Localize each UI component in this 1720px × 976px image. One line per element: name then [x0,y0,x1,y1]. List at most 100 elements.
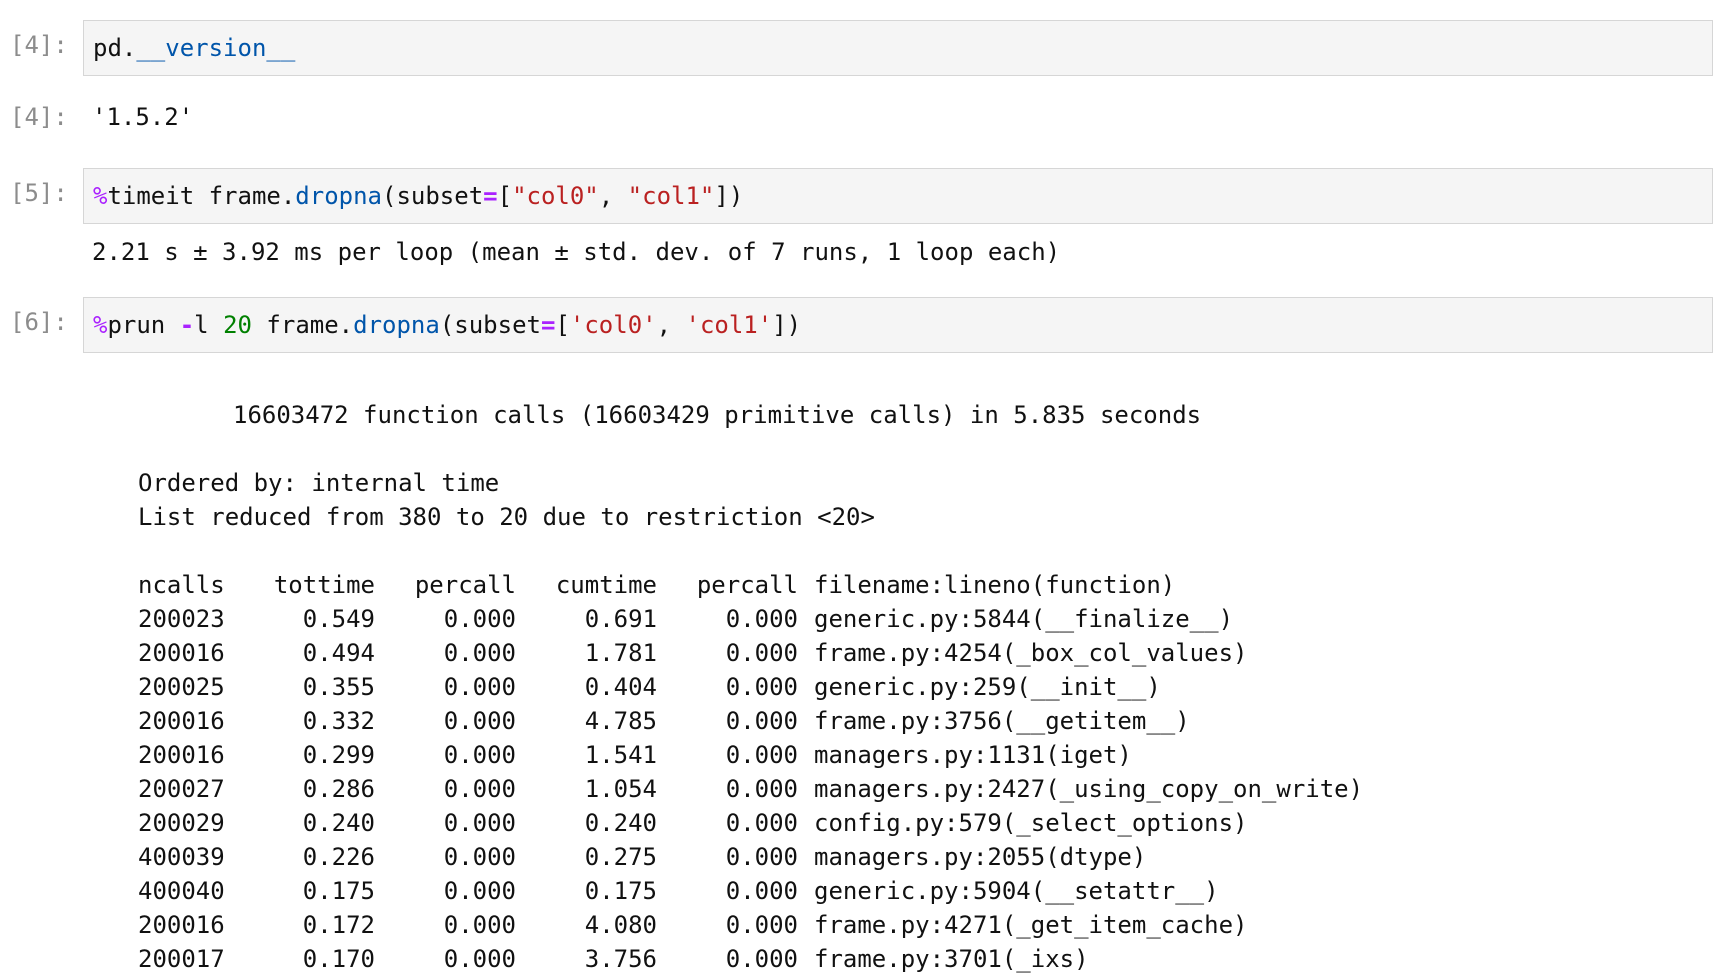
profile-cell: 200023 [138,605,225,633]
profile-cell: 1.781 [584,639,657,667]
code-open: (subset [382,182,484,210]
profile-table-row: 400040 0.175 0.000 0.175 0.000 generic.py:590… [138,874,1219,908]
profile-cell: tottime [273,571,375,599]
profile-table-row: 200025 0.355 0.000 0.404 0.000 generic.py:259… [138,670,1161,704]
profile-table-row: 200017 0.170 0.000 3.756 0.000 frame.py:3701(… [138,942,1089,976]
profile-table-row: 200023 0.549 0.000 0.691 0.000 generic.py:584… [138,602,1233,636]
profile-cell: cumtime [555,571,657,599]
profile-cell: percall [414,571,516,599]
code-method: dropna [295,182,382,210]
profile-table-row: 200027 0.286 0.000 1.054 0.000 managers.py:24… [138,772,1363,806]
profile-cell: 200016 [138,639,225,667]
profile-cell: 0.000 [443,877,516,905]
code-attribute: __version__ [136,34,296,62]
code-rest: frame. [251,311,354,339]
code-bracket: [ [555,311,570,339]
profile-cell: managers.py:2055(dtype) [814,843,1147,871]
profile-cell: generic.py:259(__init__) [814,673,1161,701]
profile-cell: 0.000 [725,707,798,735]
profile-cell: 4.080 [584,911,657,939]
cell-4-output: '1.5.2' [92,103,194,131]
profile-cell: 0.175 [584,877,657,905]
code-flag: l [194,311,224,339]
profile-table-row: 200016 0.299 0.000 1.541 0.000 managers.py:11… [138,738,1132,772]
cell-5-code-editor[interactable]: %timeit frame.dropna(subset=["col0", "co… [83,168,1713,224]
profile-cell: 0.000 [725,911,798,939]
profile-cell: 0.404 [584,673,657,701]
profile-cell: 200017 [138,945,225,973]
cell-5-output: 2.21 s ± 3.92 ms per loop (mean ± std. d… [92,238,1061,266]
profile-cell: frame.py:4254(_box_col_values) [814,639,1248,667]
profile-cell: 0.275 [584,843,657,871]
profile-cell: 0.000 [725,945,798,973]
profile-cell: 0.000 [443,639,516,667]
profile-cell: 200027 [138,775,225,803]
code-close: ]) [772,311,802,339]
profile-cell: 0.000 [443,911,516,939]
code-sep: , [598,182,628,210]
profile-cell: 0.000 [725,877,798,905]
profile-cell: 0.332 [302,707,375,735]
profile-cell: frame.py:4271(_get_item_cache) [814,911,1248,939]
profile-cell: 0.000 [443,605,516,633]
profile-cell: 200016 [138,707,225,735]
code-bracket: [ [497,182,513,210]
profile-cell: 200029 [138,809,225,837]
code-string-2: 'col1' [685,311,773,339]
code-number: 20 [223,311,252,339]
profile-cell: 1.054 [584,775,657,803]
profile-cell: 400040 [138,877,225,905]
code-string-1: "col0" [512,182,599,210]
profile-cell: config.py:579(_select_options) [814,809,1248,837]
code-command: prun [107,311,180,339]
code-magic: % [93,182,108,210]
profile-header-row: ncalls tottime percall cumtime percall filena… [138,568,1175,602]
cell-4-output-prompt: [4]: [10,103,68,131]
cell-4-code-editor[interactable]: pd.__version__ [83,20,1713,76]
profile-cell: 200025 [138,673,225,701]
profile-cell: 0.299 [302,741,375,769]
profile-cell: 0.240 [584,809,657,837]
profile-cell: 4.785 [584,707,657,735]
profile-cell: 200016 [138,741,225,769]
code-magic: % [93,311,108,339]
profile-cell: 0.286 [302,775,375,803]
cell-6-code-editor[interactable]: %prun -l 20 frame.dropna(subset=['col0',… [83,297,1713,353]
profile-cell: ncalls [138,571,225,599]
cell-4-input-prompt: [4]: [10,31,68,59]
profile-table-row: 200029 0.240 0.000 0.240 0.000 config.py:579(… [138,806,1247,840]
profile-cell: frame.py:3701(_ixs) [814,945,1089,973]
profile-cell: 0.000 [725,775,798,803]
profile-cell: 0.000 [443,775,516,803]
profile-cell: 3.756 [584,945,657,973]
code-method: dropna [353,311,440,339]
profile-cell: 0.170 [302,945,375,973]
code-open: (subset [439,311,541,339]
profile-table-row: 200016 0.172 0.000 4.080 0.000 frame.py:4271(… [138,908,1247,942]
profile-cell: 200016 [138,911,225,939]
profile-cell: 1.541 [584,741,657,769]
code-sep: , [656,311,686,339]
profile-cell: 0.000 [725,639,798,667]
profile-table-row: 200016 0.332 0.000 4.785 0.000 frame.py:3756(… [138,704,1190,738]
profile-table-row: 200016 0.494 0.000 1.781 0.000 frame.py:4254(… [138,636,1247,670]
profile-cell: managers.py:2427(_using_copy_on_write) [814,775,1364,803]
profile-cell: 0.226 [302,843,375,871]
profile-cell: 0.000 [725,673,798,701]
profile-cell: 0.000 [443,809,516,837]
profile-cell: 0.000 [725,809,798,837]
profile-cell: managers.py:1131(iget) [814,741,1132,769]
profile-cell: 0.000 [725,741,798,769]
profile-cell: 400039 [138,843,225,871]
cell-5-input-prompt: [5]: [10,179,68,207]
profile-cell: generic.py:5844(__finalize__) [814,605,1234,633]
profile-cell: 0.172 [302,911,375,939]
profile-cell: 0.000 [443,741,516,769]
profile-list-reduced: List reduced from 380 to 20 due to restr… [138,503,875,531]
profile-cell: 0.000 [725,605,798,633]
profile-cell: 0.240 [302,809,375,837]
code-object: pd. [93,34,137,62]
profile-cell: filename:lineno(function) [814,571,1176,599]
profile-cell: 0.549 [302,605,375,633]
profile-cell: 0.355 [302,673,375,701]
